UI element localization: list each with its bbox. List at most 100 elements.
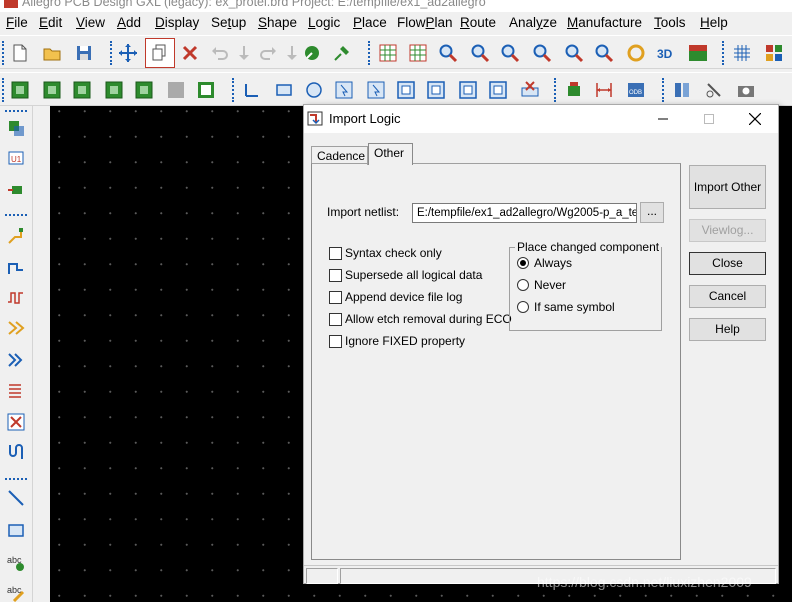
grid-button[interactable] [376, 41, 400, 65]
layer-button[interactable] [670, 78, 694, 102]
close-button[interactable]: Close [689, 252, 766, 275]
radio-never[interactable] [517, 279, 529, 291]
bus-button[interactable] [4, 378, 28, 402]
toolbar-grip[interactable] [662, 78, 665, 102]
component-button[interactable] [8, 78, 32, 102]
open-button[interactable] [40, 41, 64, 65]
component-move-button[interactable] [4, 178, 28, 202]
custom-smooth-button[interactable] [4, 316, 28, 340]
minimize-button[interactable] [640, 105, 686, 133]
dimension-button[interactable] [592, 78, 616, 102]
toolbar-grip[interactable] [232, 78, 235, 102]
menu-item-10[interactable]: Route [460, 15, 496, 30]
camera-button[interactable] [734, 78, 758, 102]
redo-down-button[interactable] [232, 41, 256, 65]
menu-item-7[interactable]: Logic [308, 15, 340, 30]
tab-other[interactable]: Other [368, 143, 413, 165]
odb-button[interactable]: ODB [624, 78, 648, 102]
zoom-window-button[interactable] [436, 41, 460, 65]
line-button[interactable] [240, 78, 264, 102]
menu-item-13[interactable]: Tools [654, 15, 686, 30]
rect-outline-button[interactable] [424, 78, 448, 102]
radio-always[interactable] [517, 257, 529, 269]
route-fanout-button[interactable] [4, 348, 28, 372]
3d-button[interactable]: 3D [654, 41, 678, 65]
redo-button[interactable] [256, 41, 280, 65]
menu-item-9[interactable]: FlowPlan [397, 15, 453, 30]
delete-button[interactable] [178, 41, 202, 65]
syntax-check-checkbox[interactable] [329, 247, 342, 260]
toolbar-grip[interactable] [368, 41, 371, 65]
poly-button[interactable] [394, 78, 418, 102]
spread-button[interactable] [4, 410, 28, 434]
select-button[interactable] [364, 78, 388, 102]
flip-button[interactable] [686, 41, 710, 65]
zoom-center-button[interactable] [592, 41, 616, 65]
ignore-fixed-checkbox[interactable] [329, 335, 342, 348]
zoom-prev-button[interactable] [468, 41, 492, 65]
add-line-button[interactable] [4, 486, 28, 510]
radio-if-same-symbol[interactable] [517, 301, 529, 313]
inactive-button[interactable] [164, 78, 188, 102]
color-button[interactable] [762, 41, 786, 65]
menu-item-4[interactable]: Display [155, 15, 199, 30]
menu-item-0[interactable]: File [6, 15, 28, 30]
box-button[interactable] [486, 78, 510, 102]
add-rect-button[interactable] [4, 518, 28, 542]
menu-item-1[interactable]: Edit [39, 15, 62, 30]
toolbar-grip[interactable] [5, 478, 27, 481]
toolbar-grip[interactable] [554, 78, 557, 102]
toolbar-grip[interactable] [722, 41, 725, 65]
ul-label-button[interactable]: U1 [4, 146, 28, 170]
menu-item-11[interactable]: Analyze [509, 15, 557, 30]
pad-button[interactable] [194, 78, 218, 102]
param-button[interactable] [702, 78, 726, 102]
copy-button[interactable] [145, 38, 175, 68]
zoom-fit-button[interactable] [406, 41, 430, 65]
append-log-checkbox[interactable] [329, 291, 342, 304]
route-connect-button[interactable] [4, 224, 28, 248]
rect-button[interactable] [272, 78, 296, 102]
glossing-button[interactable] [4, 440, 28, 464]
supersede-checkbox[interactable] [329, 269, 342, 282]
new-button[interactable] [8, 41, 32, 65]
measure-button[interactable] [562, 78, 586, 102]
pointer-button[interactable] [332, 78, 356, 102]
slide-button[interactable] [4, 256, 28, 280]
hatch-button[interactable] [518, 78, 542, 102]
browse-button[interactable]: ... [640, 202, 664, 223]
delay-tune-button[interactable] [4, 286, 28, 310]
sym-edit-button[interactable] [132, 78, 156, 102]
menu-item-14[interactable]: Help [700, 15, 728, 30]
cancel-button[interactable]: Cancel [689, 285, 766, 308]
circle-button[interactable] [302, 78, 326, 102]
refresh-button[interactable] [624, 41, 648, 65]
zoom-out-button[interactable] [530, 41, 554, 65]
menu-item-5[interactable]: Setup [211, 15, 246, 30]
symbol-button[interactable] [102, 78, 126, 102]
circle-outline-button[interactable] [456, 78, 480, 102]
toolbar-grip[interactable] [110, 41, 113, 65]
import-other-button[interactable]: Import Other [689, 165, 766, 209]
menu-item-12[interactable]: Manufacture [567, 15, 642, 30]
pin-button[interactable] [330, 41, 354, 65]
shape-button[interactable] [300, 41, 324, 65]
menu-item-6[interactable]: Shape [258, 15, 297, 30]
move-button[interactable] [116, 41, 140, 65]
add-text-button[interactable]: abc [4, 550, 28, 574]
grid-toggle-button[interactable] [730, 41, 754, 65]
toolbar-grip[interactable] [5, 214, 27, 217]
save-button[interactable] [72, 41, 96, 65]
undo-button[interactable] [208, 41, 232, 65]
menu-item-8[interactable]: Place [353, 15, 387, 30]
net-button[interactable] [70, 78, 94, 102]
netlist-path-field[interactable]: E:/tempfile/ex1_ad2allegro/Wg2005-p_a_te… [412, 203, 637, 223]
toolbar-grip[interactable] [2, 78, 5, 102]
toolbar-grip[interactable] [2, 41, 5, 65]
select-comp-button[interactable] [40, 78, 64, 102]
close-window-button[interactable] [732, 105, 778, 133]
place-manual-button[interactable] [4, 116, 28, 140]
allow-etch-checkbox[interactable] [329, 313, 342, 326]
help-button[interactable]: Help [689, 318, 766, 341]
edit-text-button[interactable]: abc [4, 580, 28, 602]
